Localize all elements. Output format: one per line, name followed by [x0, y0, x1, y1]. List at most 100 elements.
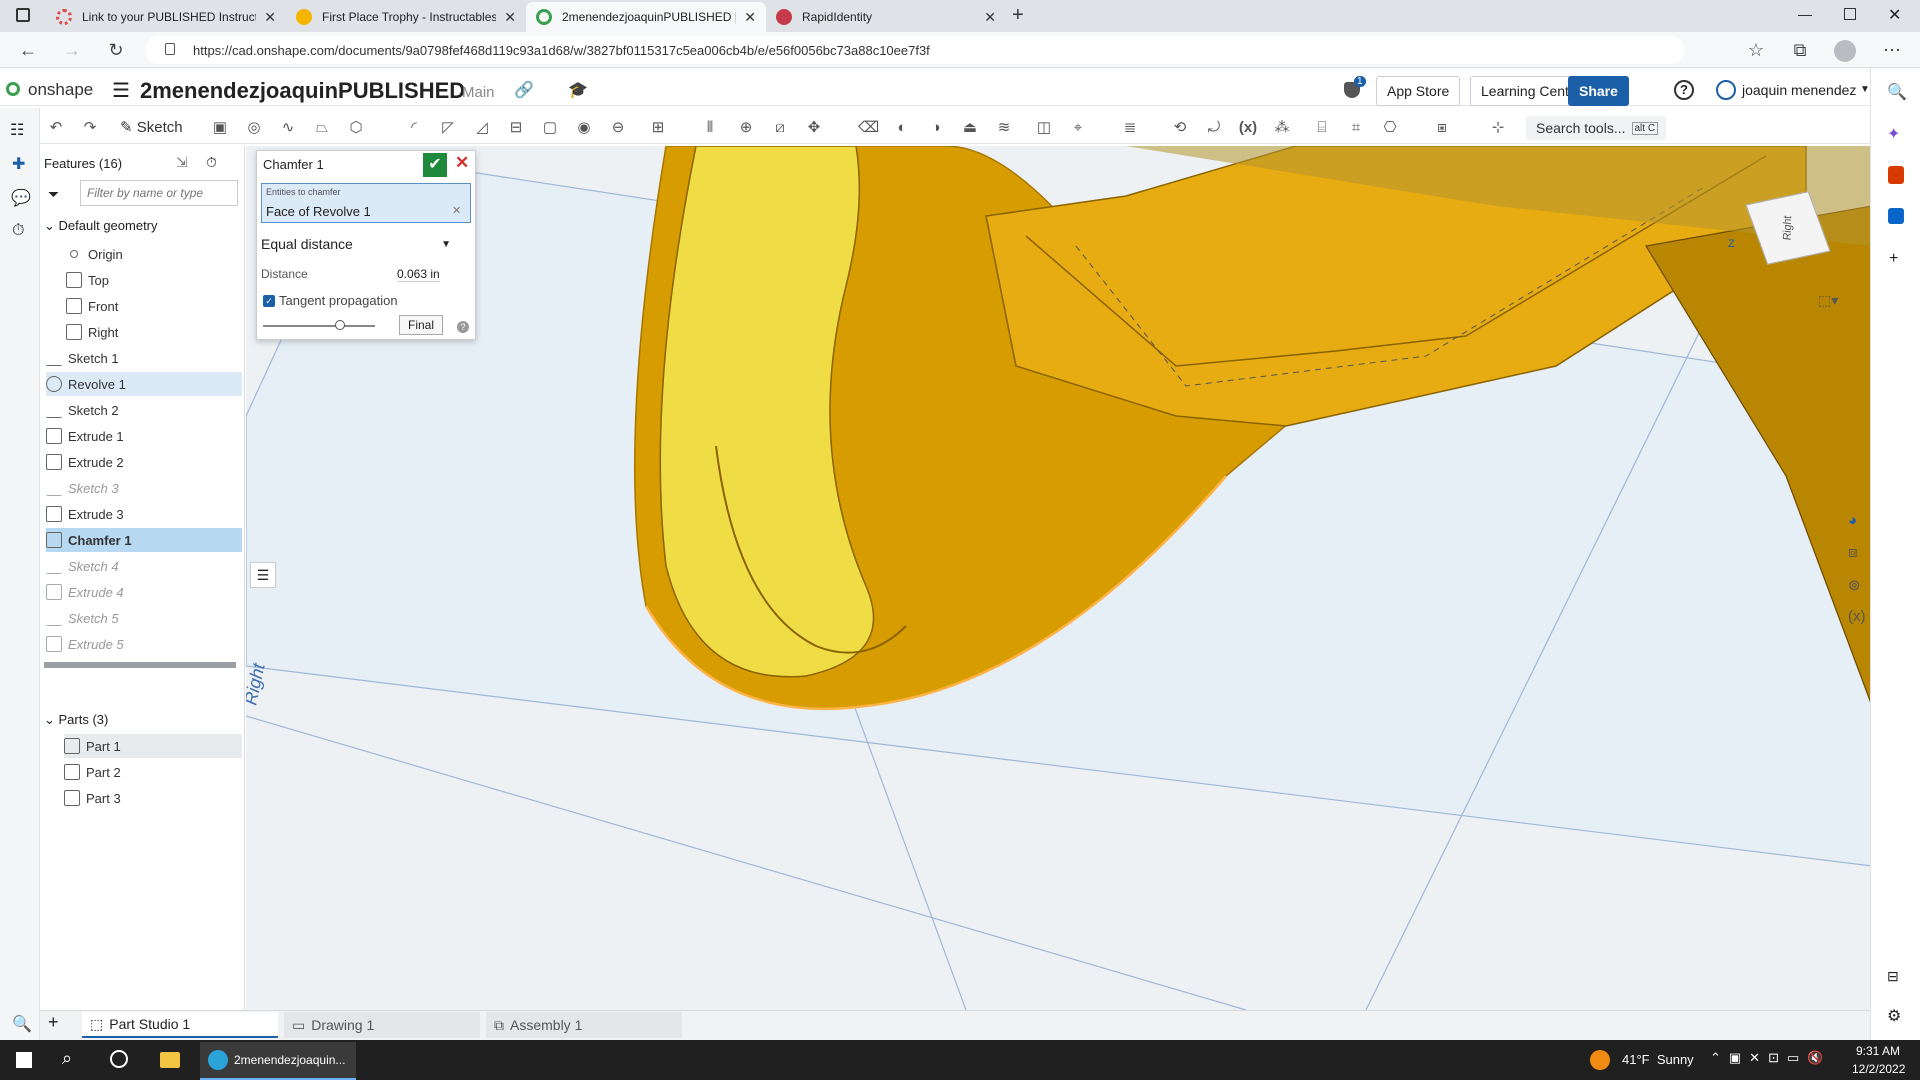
distance-input[interactable]: 0.063 in — [397, 267, 440, 282]
feature-item-extrude-3[interactable]: Extrude 3 — [46, 502, 242, 526]
section-view-icon[interactable]: ⧈ — [1848, 544, 1858, 561]
view-options-icon[interactable]: ⬚▾ — [1818, 292, 1838, 309]
split-icon[interactable]: ⧄ — [770, 118, 790, 138]
boolean-icon[interactable]: ⊕ — [736, 118, 756, 138]
file-explorer-icon[interactable] — [160, 1052, 180, 1068]
comments-icon[interactable]: 💬 — [11, 188, 31, 208]
link-icon[interactable]: 🔗 — [514, 80, 534, 100]
part-item-1[interactable]: Part 1 — [64, 734, 242, 758]
url-field[interactable]: https://cad.onshape.com/documents/9a0798… — [145, 36, 1685, 64]
chamfer-type-select[interactable]: Equal distance ▼ — [261, 233, 451, 255]
frame-icon[interactable]: ⌗ — [1346, 118, 1366, 138]
clock-time[interactable]: 9:31 AM — [1856, 1044, 1900, 1058]
timer-icon[interactable]: ⏱ — [206, 154, 217, 171]
tab-close-icon[interactable]: ✕ — [264, 9, 276, 26]
office-icon[interactable] — [1888, 166, 1904, 184]
gear-icon[interactable]: ⚙ — [1887, 1006, 1901, 1026]
cancel-icon[interactable]: ✕ — [455, 153, 469, 173]
slider-handle[interactable] — [335, 320, 345, 330]
search-icon[interactable]: ⌕ — [62, 1048, 72, 1069]
bridging-curve-icon[interactable]: ⤾ — [1204, 118, 1224, 138]
menu-icon[interactable]: ☰ — [112, 78, 130, 103]
part-item-2[interactable]: Part 2 — [64, 760, 242, 784]
insert-icon[interactable]: ✚ — [12, 154, 25, 174]
feature-item-sketch-5[interactable]: Sketch 5 — [46, 606, 242, 630]
sketch-button[interactable]: ✎ Sketch — [120, 118, 183, 136]
rollback-slider[interactable] — [263, 320, 375, 330]
variable-icon[interactable]: (x) — [1238, 118, 1258, 138]
search-icon[interactable]: 🔍 — [1887, 82, 1907, 102]
collapse-panel-icon[interactable]: ☰ — [250, 562, 276, 588]
graphics-viewport[interactable]: Right Right Z ⬚▾ ◕ ⧈ ⊚ (x) ☰ — [246, 146, 1872, 1010]
redo-icon[interactable]: ↷ — [80, 118, 100, 138]
move-face-icon[interactable]: ◑ — [926, 118, 946, 138]
weldment-icon[interactable]: ⧆ — [1432, 118, 1452, 138]
share-button[interactable]: Share — [1568, 76, 1629, 106]
help-icon[interactable]: ? — [457, 321, 469, 333]
tab-close-icon[interactable]: ✕ — [744, 9, 756, 26]
model-view[interactable]: Right — [246, 146, 1872, 1010]
new-tab-icon[interactable]: + — [1012, 4, 1024, 27]
tab-actions-icon[interactable] — [16, 8, 30, 22]
spline-icon[interactable]: ⟲ — [1170, 118, 1190, 138]
task-view-icon[interactable] — [110, 1050, 128, 1068]
history-icon[interactable]: ⏱ — [12, 222, 24, 240]
loft-icon[interactable]: ⏢ — [312, 118, 332, 138]
user-name[interactable]: joaquin menendez — [1742, 82, 1856, 98]
branch-label[interactable]: Main — [462, 84, 495, 101]
remove-entity-icon[interactable]: ✕ — [452, 204, 461, 217]
tab-drawing-1[interactable]: ▭ Drawing 1 — [284, 1012, 480, 1038]
sidebar-toggle-icon[interactable]: ⊟ — [1887, 968, 1899, 985]
default-geometry-toggle[interactable]: ⌄ Default geometry — [44, 218, 158, 234]
draft-icon[interactable]: ◿ — [472, 118, 492, 138]
modify-fillet-icon[interactable]: ◐ — [892, 118, 912, 138]
feature-item-sketch-3[interactable]: Sketch 3 — [46, 476, 242, 500]
restore-icon[interactable] — [1844, 8, 1856, 20]
add-tab-icon[interactable]: + — [48, 1012, 59, 1033]
roll-back-icon[interactable]: ⇲ — [176, 154, 188, 171]
offset-surface-icon[interactable]: ≋ — [994, 118, 1014, 138]
tray-icons[interactable]: ⌃▣✕⊡▭🔇 — [1710, 1050, 1831, 1066]
feature-item-extrude-1[interactable]: Extrude 1 — [46, 424, 242, 448]
thicken-icon[interactable]: ⬡ — [346, 118, 366, 138]
sweep-icon[interactable]: ∿ — [278, 118, 298, 138]
mate-connector-icon[interactable]: ⌖ — [1068, 118, 1088, 138]
feature-item-revolve-1[interactable]: Revolve 1 — [46, 372, 242, 396]
profile-avatar[interactable] — [1834, 40, 1856, 62]
render-mode-icon[interactable]: ◕ — [1848, 512, 1857, 529]
search-icon[interactable]: 🔍 — [12, 1014, 32, 1034]
windows-start-icon[interactable] — [16, 1052, 32, 1068]
helix-icon[interactable]: ≣ — [1120, 118, 1140, 138]
collections-icon[interactable]: ⧉ — [1788, 40, 1812, 61]
add-custom-feature-icon[interactable]: ⊹ — [1488, 118, 1508, 138]
fillet-icon[interactable]: ◜ — [404, 118, 424, 138]
weather-text[interactable]: 41°F Sunny — [1622, 1052, 1694, 1067]
document-title[interactable]: 2menendezjoaquinPUBLISHED — [140, 78, 465, 104]
clock-date[interactable]: 12/2/2022 — [1852, 1062, 1905, 1076]
feature-item-origin[interactable]: Origin — [66, 242, 242, 266]
app-store-button[interactable]: App Store — [1376, 76, 1461, 106]
pattern-icon[interactable]: ⊞ — [648, 118, 668, 138]
browser-tab-3[interactable]: 2menendezjoaquinPUBLISHED | ✕ — [526, 2, 766, 32]
feature-item-sketch-1[interactable]: Sketch 1 — [46, 346, 242, 370]
chevron-down-icon[interactable]: ▼ — [1860, 84, 1870, 95]
confirm-button[interactable]: ✔ — [423, 153, 447, 177]
hole-icon[interactable]: ◉ — [574, 118, 594, 138]
tangent-checkbox[interactable]: ✓ — [263, 295, 275, 307]
composite-part-icon[interactable]: ⁂ — [1272, 118, 1292, 138]
configurations-icon[interactable]: (x) — [1848, 608, 1866, 625]
feature-item-extrude-4[interactable]: Extrude 4 — [46, 580, 242, 604]
named-views-icon[interactable]: ⊚ — [1848, 576, 1861, 594]
minimize-icon[interactable]: — — [1798, 6, 1812, 22]
tab-assembly-1[interactable]: ⧉ Assembly 1 — [486, 1012, 682, 1038]
feature-item-extrude-2[interactable]: Extrude 2 — [46, 450, 242, 474]
filter-input[interactable] — [80, 180, 238, 206]
user-avatar-icon[interactable] — [1716, 80, 1736, 100]
help-icon[interactable]: ? — [1674, 80, 1694, 100]
feature-item-extrude-5[interactable]: Extrude 5 — [46, 632, 242, 656]
parts-toggle[interactable]: ⌄ Parts (3) — [44, 712, 108, 728]
favorites-icon[interactable]: ☆ — [1744, 40, 1768, 61]
refresh-icon[interactable]: ↻ — [104, 40, 128, 61]
sheet-metal-icon[interactable]: ⌸ — [1312, 118, 1332, 138]
back-icon[interactable]: ← — [16, 40, 40, 61]
